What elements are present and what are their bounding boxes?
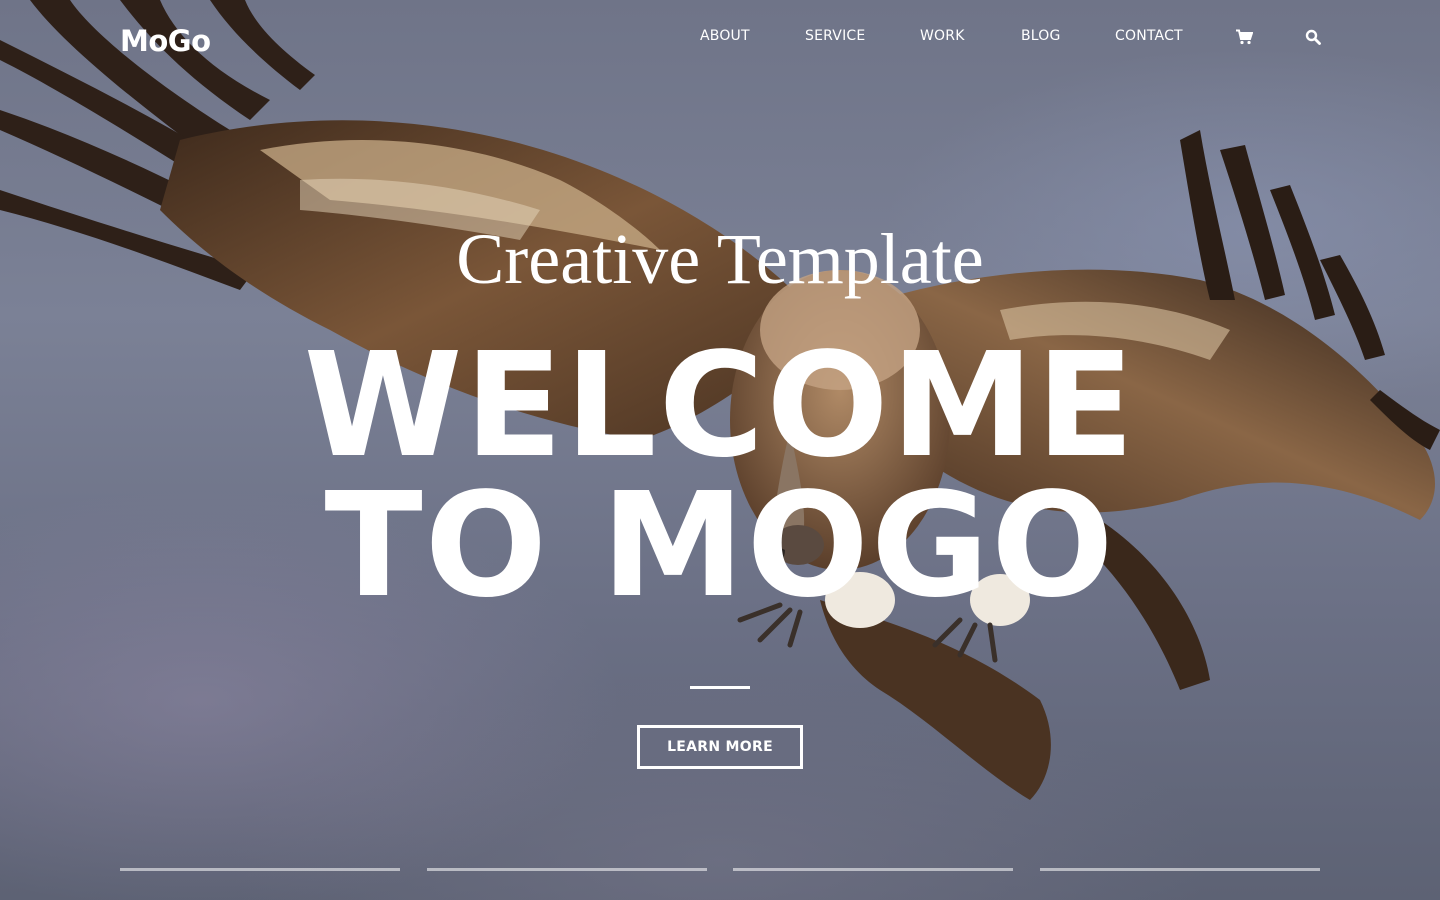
slider-indicator-4[interactable] [1040, 868, 1320, 871]
hero-divider [690, 686, 750, 689]
nav-item-about[interactable]: ABOUT [700, 28, 750, 44]
shopping-cart-icon[interactable] [1236, 29, 1254, 47]
hero-subtitle: Creative Template [456, 219, 984, 299]
hero-title-line-2: TO MOGO [324, 461, 1116, 629]
nav-item-blog[interactable]: BLOG [1021, 28, 1061, 44]
learn-more-button[interactable]: LEARN MORE [637, 725, 803, 769]
nav-item-service[interactable]: SERVICE [805, 28, 865, 44]
hero-title: WELCOME TO MOGO [0, 321, 1440, 629]
slider-indicator-2[interactable] [427, 868, 707, 871]
slider-indicator-3[interactable] [733, 868, 1013, 871]
search-icon[interactable] [1305, 29, 1323, 47]
hero-title-line-1: WELCOME [303, 321, 1137, 489]
site-header: MoGo ABOUT SERVICE WORK BLOG CONTACT [0, 0, 1440, 80]
nav-item-contact[interactable]: CONTACT [1115, 28, 1183, 44]
brand-logo[interactable]: MoGo [120, 24, 211, 58]
slider-indicator-1[interactable] [120, 868, 400, 871]
nav-item-work[interactable]: WORK [920, 28, 965, 44]
